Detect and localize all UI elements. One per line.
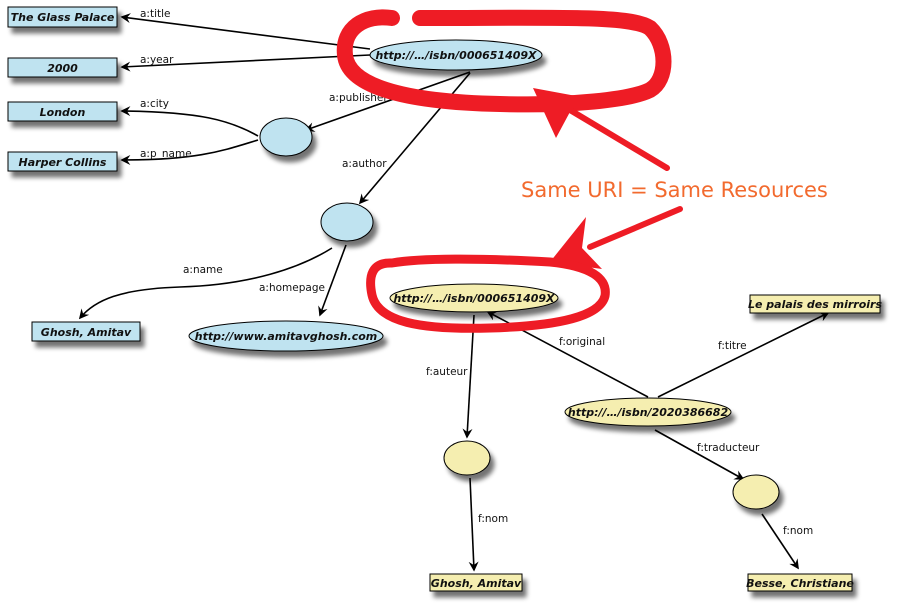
literal-titre-text: Le palais des mirroirs [748, 298, 882, 311]
resource-book-fr[interactable]: http://…/isbn/000651409X [389, 283, 559, 313]
edge-label-f-auteur: f:auteur [426, 366, 468, 378]
edge-a-city [120, 106, 259, 137]
edge-f-traducteur [654, 429, 745, 480]
edge-label-a-p-name: a:p_name [140, 148, 192, 160]
edge-label-a-title: a:title [140, 8, 171, 20]
edge-label-f-nom-traducteur: f:nom [783, 525, 813, 537]
edge-f-nom-auteur [468, 477, 479, 572]
blank-node-author[interactable] [320, 202, 374, 242]
literal-auteur-nom[interactable]: Ghosh, Amitav [429, 573, 523, 592]
resource-homepage-uri: http://www.amitavghosh.com [195, 330, 377, 343]
blank-node-auteur[interactable] [443, 440, 491, 476]
literal-city[interactable]: London [7, 101, 118, 122]
literal-traducteur-nom[interactable]: Besse, Christiane [746, 573, 854, 592]
resource-translation[interactable]: http://…/isbn/2020386682 [564, 397, 732, 427]
literal-city-text: London [40, 106, 86, 119]
resource-translation-uri: http://…/isbn/2020386682 [568, 406, 729, 419]
edge-label-f-nom-auteur: f:nom [478, 513, 508, 525]
edge-a-homepage [318, 244, 347, 317]
edge-label-f-traducteur: f:traducteur [697, 442, 760, 454]
edge-label-a-homepage: a:homepage [259, 282, 325, 294]
edge-label-a-city: a:city [140, 98, 169, 110]
blank-node-publisher[interactable] [259, 117, 313, 157]
edge-label-f-titre: f:titre [718, 340, 747, 352]
resource-book-en[interactable]: http://…/isbn/000651409X [369, 39, 543, 71]
literal-publisher-name[interactable]: Harper Collins [7, 151, 118, 172]
annotation-arrow-bottom-shaft [587, 206, 683, 250]
literal-traducteur-nom-text: Besse, Christiane [746, 577, 854, 590]
blank-node-traducteur[interactable] [732, 474, 780, 510]
french-edges [462, 311, 830, 572]
literal-auteur-nom-text: Ghosh, Amitav [431, 577, 522, 590]
resource-homepage[interactable]: http://www.amitavghosh.com [188, 320, 384, 352]
edge-label-a-year: a:year [140, 54, 174, 66]
edge-a-title [120, 13, 371, 50]
literal-title-text: The Glass Palace [11, 11, 115, 24]
edge-f-titre [657, 312, 830, 398]
annotation-text: Same URI = Same Resources [521, 178, 828, 202]
literal-author-name-en-text: Ghosh, Amitav [41, 326, 132, 339]
edge-f-nom-traducteur [761, 513, 799, 570]
literal-titre[interactable]: Le palais des mirroirs [748, 294, 882, 314]
rdf-graph-diagram: a:title a:year a:publisher a:city a:p_na… [7, 6, 882, 592]
edge-label-a-author: a:author [342, 158, 387, 170]
literal-title[interactable]: The Glass Palace [7, 6, 118, 28]
edge-label-f-original: f:original [559, 336, 605, 348]
resource-book-en-uri: http://…/isbn/000651409X [375, 49, 537, 62]
literal-author-name-en[interactable]: Ghosh, Amitav [31, 321, 141, 342]
resource-book-fr-uri: http://…/isbn/000651409X [393, 292, 555, 305]
edge-label-a-name: a:name [183, 264, 223, 276]
annotation-arrow-top-shaft [567, 107, 670, 171]
literal-publisher-name-text: Harper Collins [19, 156, 107, 169]
literal-year[interactable]: 2000 [7, 57, 118, 78]
edge-f-auteur [462, 314, 475, 439]
literal-year-text: 2000 [47, 62, 78, 75]
